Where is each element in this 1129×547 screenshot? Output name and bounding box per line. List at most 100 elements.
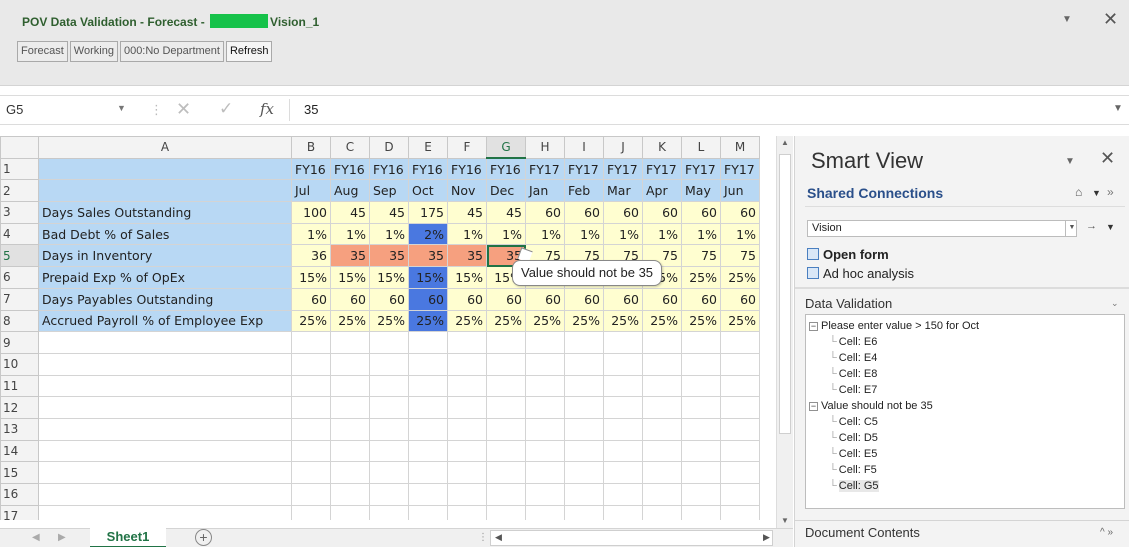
cell-k8[interactable]: 25% [642, 309, 682, 333]
column-header-j[interactable]: J [603, 136, 643, 159]
row-header[interactable]: 10 [0, 352, 39, 376]
cell-g11[interactable] [486, 374, 526, 398]
cell-e2[interactable]: Oct [408, 179, 448, 203]
cell-b2[interactable]: Jul [291, 179, 331, 203]
cell-d10[interactable] [369, 352, 409, 376]
cell-l15[interactable] [681, 461, 721, 484]
cell-g8[interactable]: 25% [486, 309, 526, 333]
cell-b6[interactable]: 15% [291, 266, 331, 289]
cell-k17[interactable] [642, 504, 682, 520]
cell-c2[interactable]: Aug [330, 179, 370, 203]
home-icon[interactable]: ⌂ [1075, 185, 1082, 199]
cell-e16[interactable] [408, 483, 448, 506]
connection-select[interactable]: Vision [807, 220, 1077, 237]
vertical-scrollbar[interactable]: ▲ ▼ [776, 136, 793, 530]
cell-a4[interactable]: Bad Debt % of Sales [38, 222, 292, 246]
cell-l17[interactable] [681, 504, 721, 520]
cell-f17[interactable] [447, 504, 487, 520]
sheet-tab-sheet1[interactable]: Sheet1 [90, 528, 166, 547]
row-header[interactable]: 2 [0, 179, 39, 203]
arrow-right-icon[interactable]: → [1086, 220, 1097, 232]
cell-j14[interactable] [603, 439, 643, 463]
cell-m10[interactable] [720, 352, 760, 376]
cell-d3[interactable]: 45 [369, 201, 409, 224]
cell-l2[interactable]: May [681, 179, 721, 203]
cell-c16[interactable] [330, 483, 370, 506]
cell-c6[interactable]: 15% [330, 266, 370, 289]
column-header-k[interactable]: K [642, 136, 682, 159]
cell-m15[interactable] [720, 461, 760, 484]
cell-j1[interactable]: FY17 [603, 157, 643, 181]
cell-g1[interactable]: FY16 [486, 157, 526, 181]
cell-b17[interactable] [291, 504, 331, 520]
cell-f13[interactable] [447, 417, 487, 441]
column-header-i[interactable]: I [564, 136, 604, 159]
cell-b9[interactable] [291, 331, 331, 354]
cell-e13[interactable] [408, 417, 448, 441]
cell-j16[interactable] [603, 483, 643, 506]
cell-l6[interactable]: 25% [681, 266, 721, 289]
cell-e17[interactable] [408, 504, 448, 520]
cell-l7[interactable]: 60 [681, 287, 721, 311]
cell-h15[interactable] [525, 461, 565, 484]
cell-e9[interactable] [408, 331, 448, 354]
cell-h9[interactable] [525, 331, 565, 354]
cell-i7[interactable]: 60 [564, 287, 604, 311]
row-header[interactable]: 3 [0, 201, 39, 224]
cell-e1[interactable]: FY16 [408, 157, 448, 181]
cell-c9[interactable] [330, 331, 370, 354]
cell-c17[interactable] [330, 504, 370, 520]
cell-e8[interactable]: 25% [408, 309, 448, 333]
cell-i16[interactable] [564, 483, 604, 506]
row-header[interactable]: 16 [0, 483, 39, 506]
tree-item[interactable]: └ Cell: C5 [809, 414, 1124, 430]
cell-l9[interactable] [681, 331, 721, 354]
cell-h16[interactable] [525, 483, 565, 506]
cell-j8[interactable]: 25% [603, 309, 643, 333]
cell-a7[interactable]: Days Payables Outstanding [38, 287, 292, 311]
cell-e11[interactable] [408, 374, 448, 398]
cell-m12[interactable] [720, 396, 760, 419]
row-header[interactable]: 9 [0, 331, 39, 354]
cell-k13[interactable] [642, 417, 682, 441]
close-icon[interactable]: ✕ [1100, 148, 1115, 169]
cell-f14[interactable] [447, 439, 487, 463]
column-header-c[interactable]: C [330, 136, 370, 159]
chevron-down-icon[interactable]: ▼ [1065, 220, 1078, 237]
cell-m4[interactable]: 1% [720, 222, 760, 246]
row-header[interactable]: 8 [0, 309, 39, 333]
cell-k12[interactable] [642, 396, 682, 419]
cell-m11[interactable] [720, 374, 760, 398]
column-header-e[interactable]: E [408, 136, 448, 159]
tree-item[interactable]: └ Cell: E4 [809, 350, 1124, 366]
cell-l8[interactable]: 25% [681, 309, 721, 333]
cell-e3[interactable]: 175 [408, 201, 448, 224]
cell-l16[interactable] [681, 483, 721, 506]
cell-h4[interactable]: 1% [525, 222, 565, 246]
pov-scenario-button[interactable]: Forecast [17, 41, 68, 62]
row-header[interactable]: 13 [0, 417, 39, 441]
cell-k11[interactable] [642, 374, 682, 398]
cell-e15[interactable] [408, 461, 448, 484]
cell-g16[interactable] [486, 483, 526, 506]
cell-j4[interactable]: 1% [603, 222, 643, 246]
add-sheet-icon[interactable]: + [195, 529, 212, 546]
chevron-down-icon[interactable]: ▼ [117, 103, 126, 113]
cell-g4[interactable]: 1% [486, 222, 526, 246]
scroll-thumb[interactable] [779, 154, 791, 434]
cell-d11[interactable] [369, 374, 409, 398]
cell-g7[interactable]: 60 [486, 287, 526, 311]
chevron-down-icon[interactable]: ▼ [1106, 222, 1115, 232]
cell-c10[interactable] [330, 352, 370, 376]
scroll-down-icon[interactable]: ▼ [781, 516, 789, 525]
column-header-g[interactable]: G [486, 136, 526, 160]
scroll-right-icon[interactable]: ▶ [763, 532, 770, 543]
row-header[interactable]: 11 [0, 374, 39, 398]
row-header[interactable]: 14 [0, 439, 39, 463]
cell-d5[interactable]: 35 [369, 244, 409, 268]
cell-i3[interactable]: 60 [564, 201, 604, 224]
cell-f9[interactable] [447, 331, 487, 354]
cell-g3[interactable]: 45 [486, 201, 526, 224]
cell-b3[interactable]: 100 [291, 201, 331, 224]
cell-m9[interactable] [720, 331, 760, 354]
